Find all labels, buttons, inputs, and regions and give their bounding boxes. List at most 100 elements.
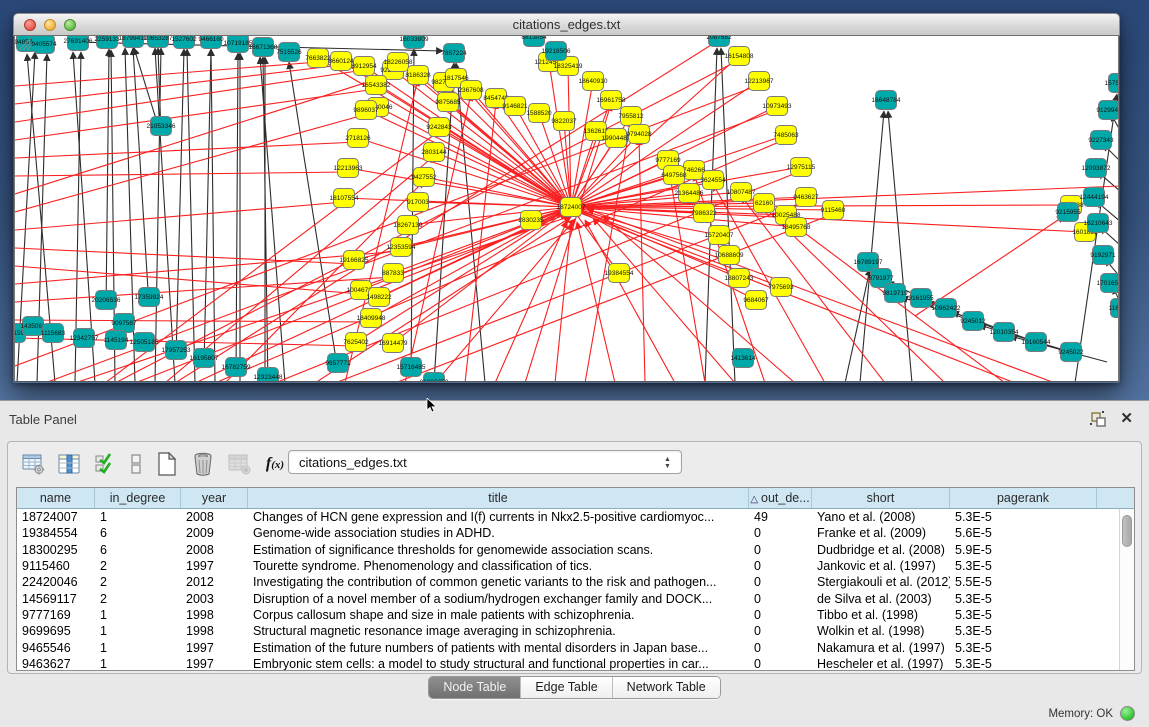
new-table-icon[interactable] — [152, 450, 182, 478]
graph-edge[interactable] — [15, 74, 393, 194]
table-panel-title: Table Panel — [9, 412, 77, 427]
table-panel: Table Panel ✕ — [0, 400, 1149, 727]
table-row[interactable]: 946362711997Embryonic stem cells: a mode… — [17, 656, 1119, 671]
table-row[interactable]: 1456911722003Disruption of a novel membe… — [17, 590, 1119, 606]
delete-table-icon[interactable] — [188, 450, 218, 478]
column-select-icon[interactable] — [54, 450, 84, 478]
table-cell: 18724007 — [17, 510, 95, 524]
table-select-value: citations_edges.txt — [299, 455, 407, 470]
table-cell: 9777169 — [17, 608, 95, 622]
table-cell: 1 — [95, 608, 181, 622]
graph-edge[interactable] — [571, 81, 593, 207]
graph-node-label: 7625402 — [343, 339, 369, 346]
graph-edge[interactable] — [587, 209, 1055, 382]
table-select-dropdown[interactable]: citations_edges.txt ▲▼ — [288, 450, 682, 474]
table-cell: Disruption of a novel member of a sodium… — [248, 592, 749, 606]
column-header-year[interactable]: year — [181, 488, 248, 508]
table-cell: 2009 — [181, 526, 248, 540]
graph-edge[interactable] — [555, 223, 571, 382]
graph-node-label: 2830235 — [518, 217, 544, 224]
graph-node-label: 16961758 — [597, 97, 626, 104]
delete-column-icon[interactable] — [224, 450, 254, 478]
table-cell: 5.3E-5 — [950, 510, 1097, 524]
graph-node-label: 7663822 — [305, 55, 331, 62]
graph-node-label: 9405574 — [31, 41, 57, 48]
table-row[interactable]: 969969511998Structural magnetic resonanc… — [17, 623, 1119, 639]
graph-edge[interactable] — [15, 172, 348, 176]
table-cell: Jankovic et al. (1997) — [812, 559, 950, 573]
network-view-canvas[interactable]: 1872400776638228660124891295492275031822… — [14, 36, 1119, 382]
graph-node-label: 16648784 — [872, 97, 901, 104]
table-cell: Embryonic stem cells: a model to study s… — [248, 657, 749, 671]
graph-edge[interactable] — [176, 49, 184, 359]
scrollbar-thumb[interactable] — [1122, 515, 1132, 547]
table-vertical-scrollbar[interactable] — [1119, 509, 1134, 670]
graph-node-label: 887833 — [382, 270, 404, 277]
close-panel-icon[interactable]: ✕ — [1120, 409, 1133, 427]
row-select-icon[interactable] — [90, 450, 120, 478]
table-row[interactable]: 1938455462009Genome-wide association stu… — [17, 525, 1119, 541]
graph-node-label: 9875685 — [435, 99, 461, 106]
tab-node-table[interactable]: Node Table — [429, 677, 520, 698]
graph-edge[interactable] — [15, 111, 378, 212]
graph-edge[interactable] — [845, 269, 870, 382]
graph-node-label: 3624554 — [700, 177, 726, 184]
graph-node-label: 9146821 — [502, 103, 528, 110]
graph-node-label: 10653287 — [144, 36, 173, 42]
graph-edge[interactable] — [15, 248, 354, 264]
table-row[interactable]: 946554611997Estimation of the future num… — [17, 639, 1119, 655]
column-header-title[interactable]: title — [248, 488, 749, 508]
table-row[interactable]: 911546021997Tourette syndrome. Phenomeno… — [17, 558, 1119, 574]
memory-status-indicator[interactable] — [1120, 706, 1135, 721]
table-cell: Genome-wide association studies in ADHD. — [248, 526, 749, 540]
graph-edge[interactable] — [15, 62, 318, 86]
graph-node-label: 7485063 — [773, 132, 799, 139]
table-cell: 5.3E-5 — [950, 657, 1097, 671]
tab-edge-table[interactable]: Edge Table — [520, 677, 611, 698]
graph-edge[interactable] — [289, 62, 338, 372]
table-cell: de Silva et al. (2003) — [812, 592, 950, 606]
table-cell: 2008 — [181, 510, 248, 524]
graph-edge[interactable] — [106, 49, 109, 309]
tab-network-table[interactable]: Network Table — [612, 677, 720, 698]
table-row[interactable]: 2242004622012Investigating the contribut… — [17, 574, 1119, 590]
graph-node-label: 8186328 — [405, 72, 431, 79]
column-header-out_de[interactable]: △out_de... — [749, 488, 812, 508]
column-header-in_degree[interactable]: in_degree — [95, 488, 181, 508]
table-cell: 49 — [749, 510, 812, 524]
graph-node-label: 16033809 — [400, 36, 429, 43]
graph-node-label: 9161955 — [908, 295, 934, 302]
table-panel-header: Table Panel ✕ — [0, 401, 1149, 439]
table-row[interactable]: 1872400712008Changes of HCN gene express… — [17, 509, 1119, 525]
graph-node-label: 1167533 — [1109, 305, 1119, 312]
table-row[interactable]: 1830029562008Estimation of significance … — [17, 542, 1119, 558]
function-builder-icon[interactable]: f(x) — [260, 450, 290, 478]
graph-edge[interactable] — [639, 138, 645, 382]
graph-edge[interactable] — [204, 49, 211, 367]
graph-node-label: 10807487 — [727, 189, 756, 196]
graph-edge[interactable] — [495, 221, 567, 382]
network-window[interactable]: citations_edges.txt 18724007766382286601… — [13, 13, 1120, 383]
graph-edge[interactable] — [15, 70, 364, 122]
graph-node-label: 9896037 — [353, 107, 379, 114]
window-resize-grip[interactable] — [15, 36, 31, 50]
graph-node-label: 1413614 — [730, 355, 756, 362]
attribute-settings-icon[interactable] — [18, 450, 48, 478]
float-panel-icon[interactable] — [1090, 411, 1107, 428]
graph-node-label: 15751074 — [1105, 80, 1119, 87]
graph-edge[interactable] — [366, 110, 571, 207]
graph-edge[interactable] — [15, 142, 358, 158]
column-header-name[interactable]: name — [17, 488, 95, 508]
clear-icon[interactable] — [126, 450, 146, 478]
graph-node-label: 16671368 — [249, 44, 278, 51]
graph-edge[interactable] — [236, 53, 238, 376]
table-cell: 9115460 — [17, 559, 95, 573]
column-header-pagerank[interactable]: pagerank — [950, 488, 1097, 508]
graph-node-label: 12093872 — [1082, 165, 1111, 172]
table-row[interactable]: 977716911998Corpus callosum shape and si… — [17, 607, 1119, 623]
graph-edge[interactable] — [860, 111, 884, 382]
table-cell: 0 — [749, 559, 812, 573]
network-window-titlebar[interactable]: citations_edges.txt — [13, 13, 1120, 36]
column-header-short[interactable]: short — [812, 488, 950, 508]
graph-node-label: 16914479 — [379, 340, 408, 347]
